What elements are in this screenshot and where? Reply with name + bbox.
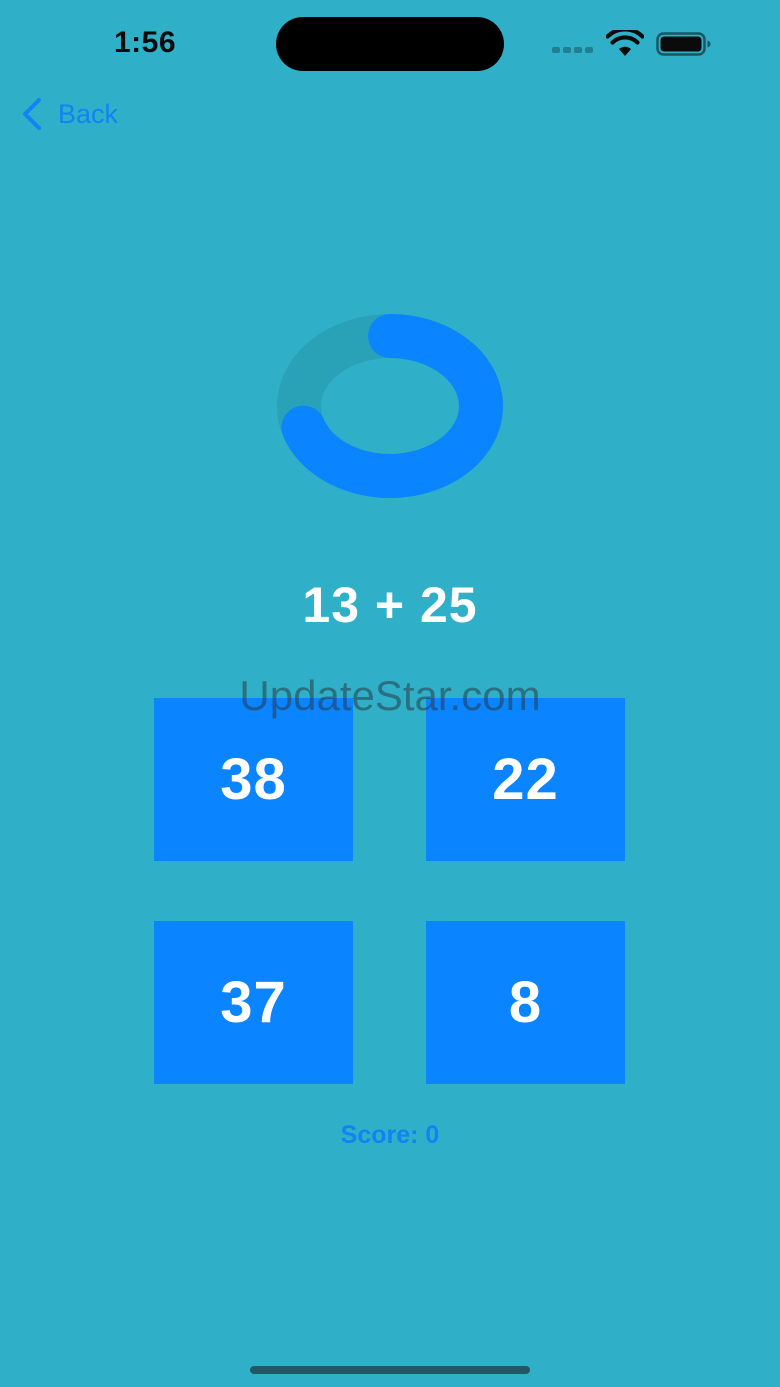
answer-button-3[interactable]: 37: [154, 921, 353, 1084]
answer-button-4[interactable]: 8: [426, 921, 625, 1084]
back-button[interactable]: Back: [20, 94, 118, 134]
wifi-icon: [606, 30, 644, 56]
countdown-timer-ring: [277, 314, 503, 499]
quiz-screen: 1:56 Back 13 + 25 38 22 37 8 UpdateStar.…: [0, 0, 780, 1387]
watermark: UpdateStar.com: [239, 672, 541, 719]
back-label: Back: [58, 98, 119, 129]
battery-icon: [656, 32, 711, 56]
home-indicator[interactable]: [250, 1366, 530, 1374]
answer-button-1[interactable]: 38: [154, 698, 353, 861]
signal-icon: [552, 47, 594, 53]
math-question: 13 + 25: [302, 577, 478, 633]
answer-button-2[interactable]: 22: [426, 698, 625, 861]
chevron-left-icon: [23, 98, 41, 130]
status-time: 1:56: [114, 26, 177, 59]
dynamic-island: [276, 17, 504, 71]
score-label: Score: 0: [340, 1121, 440, 1149]
